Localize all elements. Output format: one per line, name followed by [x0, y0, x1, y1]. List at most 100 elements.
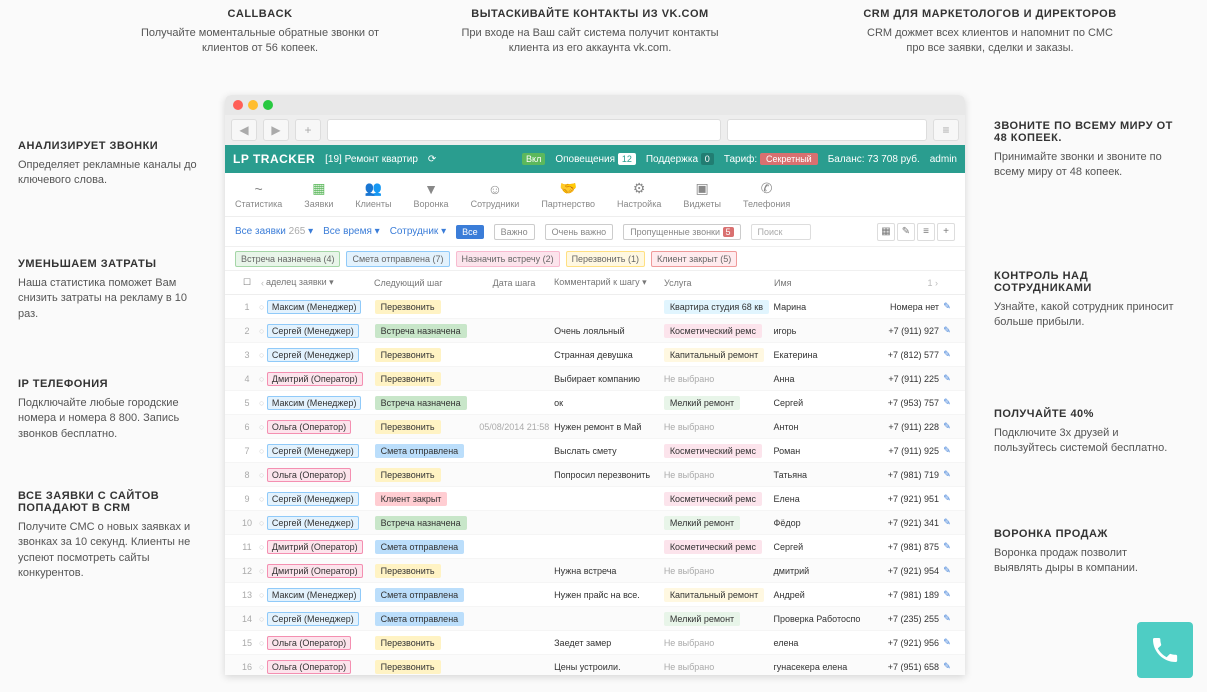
cell-owner[interactable]: Сергей (Менеджер) — [267, 350, 375, 360]
radio-icon[interactable]: ○ — [259, 470, 267, 480]
menu-Воронка[interactable]: ▼Воронка — [413, 181, 448, 209]
radio-icon[interactable]: ○ — [259, 566, 267, 576]
maximize-icon[interactable] — [263, 100, 273, 110]
cell-owner[interactable]: Сергей (Менеджер) — [267, 518, 375, 528]
minimize-icon[interactable] — [248, 100, 258, 110]
cell-owner[interactable]: Сергей (Менеджер) — [267, 326, 375, 336]
radio-icon[interactable]: ○ — [259, 662, 267, 672]
cell-step[interactable]: Смета отправлена — [375, 444, 475, 458]
col-comment[interactable]: Комментарий к шагу ▾ — [554, 277, 664, 288]
cell-owner[interactable]: Максим (Менеджер) — [267, 398, 375, 408]
radio-icon[interactable]: ○ — [259, 326, 267, 336]
cell-step[interactable]: Клиент закрыт — [375, 492, 475, 506]
edit-icon[interactable]: ✎ — [939, 637, 955, 648]
search-input-browser[interactable] — [727, 119, 927, 141]
radio-icon[interactable]: ○ — [259, 494, 267, 504]
radio-icon[interactable]: ○ — [259, 614, 267, 624]
col-name[interactable]: Имя — [774, 278, 862, 288]
radio-icon[interactable]: ○ — [259, 374, 267, 384]
refresh-icon[interactable]: ⟳ — [428, 154, 436, 165]
cell-service[interactable]: Не выбрано — [664, 638, 774, 648]
scroll-left-icon[interactable]: ‹ — [259, 278, 266, 288]
radio-icon[interactable]: ○ — [259, 302, 267, 312]
radio-icon[interactable]: ○ — [259, 638, 267, 648]
filter-all[interactable]: Все — [456, 225, 484, 239]
table-row[interactable]: 12○Дмитрий (Оператор)ПерезвонитьНужна вс… — [225, 559, 965, 583]
edit-icon[interactable]: ✎ — [939, 397, 955, 408]
edit-columns-icon[interactable]: ✎ — [897, 223, 915, 241]
cell-service[interactable]: Не выбрано — [664, 422, 774, 432]
table-row[interactable]: 15○Ольга (Оператор)ПерезвонитьЗаедет зам… — [225, 631, 965, 655]
menu-Сотрудники[interactable]: ☺Сотрудники — [471, 181, 520, 209]
project-name[interactable]: [19] Ремонт квартир — [325, 154, 418, 165]
address-input[interactable] — [327, 119, 721, 141]
cell-step[interactable]: Встреча назначена — [375, 516, 475, 530]
table-row[interactable]: 1○Максим (Менеджер)ПерезвонитьКвартира с… — [225, 295, 965, 319]
table-row[interactable]: 8○Ольга (Оператор)ПерезвонитьПопросил пе… — [225, 463, 965, 487]
status-tag[interactable]: Клиент закрыт (5) — [651, 251, 737, 267]
new-tab-button[interactable]: + — [295, 119, 321, 141]
col-owner[interactable]: аделец заявки ▾ — [266, 277, 374, 288]
radio-icon[interactable]: ○ — [259, 398, 267, 408]
col-service[interactable]: Услуга — [664, 278, 774, 288]
back-button[interactable]: ◀ — [231, 119, 257, 141]
cell-service[interactable]: Не выбрано — [664, 374, 774, 384]
cell-owner[interactable]: Максим (Менеджер) — [267, 590, 375, 600]
cell-owner[interactable]: Дмитрий (Оператор) — [267, 566, 375, 576]
radio-icon[interactable]: ○ — [259, 518, 267, 528]
cell-step[interactable]: Встреча назначена — [375, 324, 475, 338]
filter-employee[interactable]: Сотрудник ▾ — [390, 226, 446, 237]
edit-icon[interactable]: ✎ — [939, 301, 955, 312]
edit-icon[interactable]: ✎ — [939, 469, 955, 480]
search-input[interactable]: Поиск — [751, 224, 811, 240]
edit-icon[interactable]: ✎ — [939, 421, 955, 432]
edit-icon[interactable]: ✎ — [939, 661, 955, 672]
cell-service[interactable]: Мелкий ремонт — [664, 396, 774, 410]
status-toggle[interactable]: Вкл — [522, 153, 545, 165]
table-row[interactable]: 4○Дмитрий (Оператор)ПерезвонитьВыбирает … — [225, 367, 965, 391]
cell-step[interactable]: Перезвонить — [375, 300, 475, 314]
table-row[interactable]: 7○Сергей (Менеджер)Смета отправленаВысла… — [225, 439, 965, 463]
cell-step[interactable]: Смета отправлена — [375, 612, 475, 626]
grid-view-icon[interactable]: ▦ — [877, 223, 895, 241]
menu-Клиенты[interactable]: 👥Клиенты — [355, 181, 391, 209]
filter-very-important[interactable]: Очень важно — [545, 224, 614, 240]
cell-service[interactable]: Не выбрано — [664, 470, 774, 480]
notifications-link[interactable]: Оповещения 12 — [555, 154, 636, 165]
cell-owner[interactable]: Ольга (Оператор) — [267, 470, 375, 480]
edit-icon[interactable]: ✎ — [939, 349, 955, 360]
menu-Телефония[interactable]: ✆Телефония — [743, 181, 790, 209]
cell-step[interactable]: Перезвонить — [375, 348, 475, 362]
cell-step[interactable]: Перезвонить — [375, 372, 475, 386]
menu-Настройка[interactable]: ⚙Настройка — [617, 181, 661, 209]
table-row[interactable]: 5○Максим (Менеджер)Встреча назначенаокМе… — [225, 391, 965, 415]
user-menu[interactable]: admin — [930, 154, 957, 165]
cell-owner[interactable]: Ольга (Оператор) — [267, 662, 375, 672]
cell-owner[interactable]: Максим (Менеджер) — [267, 302, 375, 312]
table-row[interactable]: 11○Дмитрий (Оператор)Смета отправленаКос… — [225, 535, 965, 559]
add-lead-button[interactable]: + — [937, 223, 955, 241]
table-row[interactable]: 6○Ольга (Оператор)Перезвонить05/08/2014 … — [225, 415, 965, 439]
edit-icon[interactable]: ✎ — [939, 493, 955, 504]
table-row[interactable]: 3○Сергей (Менеджер)ПерезвонитьСтранная д… — [225, 343, 965, 367]
cell-service[interactable]: Мелкий ремонт — [664, 516, 774, 530]
status-tag[interactable]: Встреча назначена (4) — [235, 251, 340, 267]
cell-step[interactable]: Перезвонить — [375, 564, 475, 578]
cell-owner[interactable]: Ольга (Оператор) — [267, 638, 375, 648]
filter-all-leads[interactable]: Все заявки 265 ▾ — [235, 226, 313, 237]
cell-service[interactable]: Косметический ремс — [664, 444, 774, 458]
radio-icon[interactable]: ○ — [259, 422, 267, 432]
cell-service[interactable]: Не выбрано — [664, 662, 774, 672]
status-tag[interactable]: Перезвонить (1) — [566, 251, 645, 267]
edit-icon[interactable]: ✎ — [939, 517, 955, 528]
forward-button[interactable]: ▶ — [263, 119, 289, 141]
close-icon[interactable] — [233, 100, 243, 110]
edit-icon[interactable]: ✎ — [939, 325, 955, 336]
menu-Партнерство[interactable]: 🤝Партнерство — [541, 181, 595, 209]
radio-icon[interactable]: ○ — [259, 590, 267, 600]
col-step[interactable]: Следующий шаг — [374, 278, 474, 288]
cell-step[interactable]: Встреча назначена — [375, 396, 475, 410]
checkbox-all[interactable]: ☐ — [235, 277, 259, 288]
cell-owner[interactable]: Сергей (Менеджер) — [267, 446, 375, 456]
edit-icon[interactable]: ✎ — [939, 541, 955, 552]
